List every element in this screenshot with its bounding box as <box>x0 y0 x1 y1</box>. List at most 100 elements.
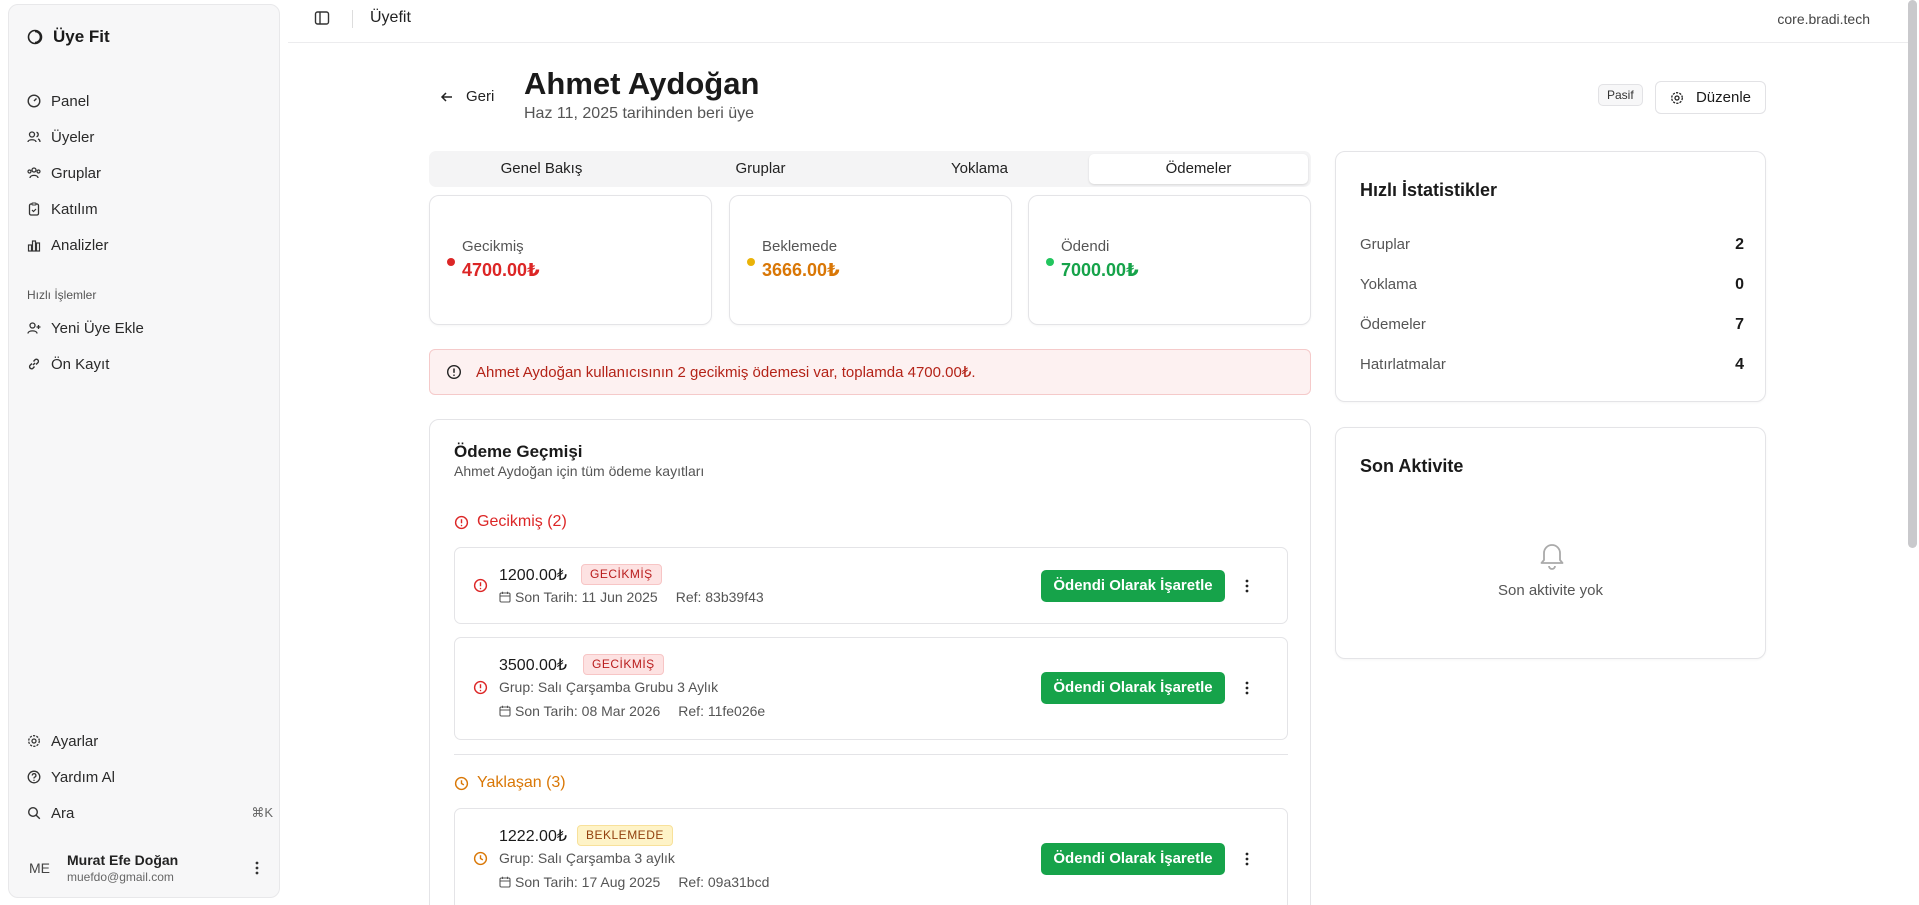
quick-stat-value: 7 <box>1735 316 1744 333</box>
empty-state-text: Son aktivite yok <box>1497 582 1604 599</box>
status-badge: BEKLEMEDE <box>577 825 673 846</box>
quick-stat-value: 0 <box>1735 276 1744 293</box>
tab-payments[interactable]: Ödemeler <box>1089 154 1308 184</box>
quick-stat-value: 4 <box>1735 356 1744 373</box>
sidebar-item-label: Panel <box>51 92 90 110</box>
more-vertical-icon[interactable] <box>255 861 259 875</box>
member-name: Ahmet Aydoğan <box>524 66 760 101</box>
sidebar-toggle-icon[interactable] <box>314 10 330 26</box>
quick-stat-label: Hatırlatmalar <box>1360 356 1446 373</box>
payment-ref: Ref: 11fe026e <box>678 703 766 719</box>
stat-value: 4700.00₺ <box>462 260 540 280</box>
payment-ref: Ref: 83b39f43 <box>675 589 764 605</box>
sidebar-item-label: Ayarlar <box>51 732 99 750</box>
quick-stat-label: Yoklama <box>1360 276 1417 293</box>
payment-due: Son Tarih: 08 Mar 2026 <box>515 703 661 719</box>
payment-group: Grup: Salı Çarşamba Grubu 3 Aylık <box>499 679 719 695</box>
payment-meta: Son Tarih: 08 Mar 2026 Ref: 11fe026e <box>499 703 765 719</box>
payment-row: 1222.00₺ BEKLEMEDE Grup: Salı Çarşamba 3… <box>454 808 1288 905</box>
user-menu[interactable]: ME Murat Efe Doğan muefdo@gmail.com <box>19 843 271 893</box>
sidebar-item-label: Analizler <box>51 236 109 254</box>
sidebar-item-label: Yardım Al <box>51 768 115 786</box>
paid-dot <box>1046 258 1054 266</box>
quick-stat-row: Ödemeler 7 <box>1360 316 1744 334</box>
gear-icon <box>1670 91 1684 105</box>
tab-overview[interactable]: Genel Bakış <box>432 154 651 184</box>
tab-attendance[interactable]: Yoklama <box>870 154 1089 184</box>
edit-button[interactable]: Düzenle <box>1655 81 1766 114</box>
sidebar-item-members[interactable]: Üyeler <box>27 119 267 155</box>
quick-stat-row: Hatırlatmalar 4 <box>1360 356 1744 374</box>
topbar: Üyefit core.bradi.tech <box>288 0 1908 43</box>
more-vertical-icon[interactable] <box>1245 852 1249 866</box>
quick-stat-value: 2 <box>1735 236 1744 253</box>
stat-label: Beklemede <box>762 238 838 255</box>
payment-amount: 1200.00₺ <box>499 567 568 584</box>
sidebar-item-label: Ara <box>51 804 75 822</box>
more-vertical-icon[interactable] <box>1245 681 1249 695</box>
back-button[interactable]: Geri <box>440 88 494 105</box>
avatar: ME <box>29 860 50 876</box>
sidebar-item-add-member[interactable]: Yeni Üye Ekle <box>27 310 267 346</box>
back-label: Geri <box>466 88 495 105</box>
overdue-dot <box>447 258 455 266</box>
payment-meta: Son Tarih: 11 Jun 2025 Ref: 83b39f43 <box>499 589 764 605</box>
bar-chart-icon <box>27 238 41 252</box>
quick-actions-heading: Hızlı İşlemler <box>27 288 97 302</box>
gauge-icon <box>27 94 41 108</box>
stat-label: Gecikmiş <box>462 238 524 255</box>
sidebar-item-help[interactable]: Yardım Al <box>27 759 273 795</box>
quick-stats-card: Hızlı İstatistikler Gruplar 2 Yoklama 0 … <box>1335 151 1766 402</box>
calendar-icon <box>499 876 511 888</box>
stat-value: 7000.00₺ <box>1061 260 1139 280</box>
app-root: Üye Fit Panel Üyeler Gruplar Katılım Ana… <box>0 0 1919 905</box>
payment-due: Son Tarih: 11 Jun 2025 <box>515 589 658 605</box>
search-icon <box>27 806 41 820</box>
sidebar: Üye Fit Panel Üyeler Gruplar Katılım Ana… <box>8 4 280 898</box>
sidebar-item-groups[interactable]: Gruplar <box>27 155 267 191</box>
stat-card-overdue: Gecikmiş 4700.00₺ <box>429 195 712 325</box>
quick-actions-nav: Yeni Üye Ekle Ön Kayıt <box>27 310 267 382</box>
sidebar-bottom-nav: Ayarlar Yardım Al Ara ⌘K <box>27 723 273 831</box>
payment-amount: 3500.00₺ <box>499 657 568 674</box>
sidebar-item-settings[interactable]: Ayarlar <box>27 723 273 759</box>
sidebar-item-search[interactable]: Ara ⌘K <box>27 795 273 831</box>
sidebar-item-pre-registration[interactable]: Ön Kayıt <box>27 346 267 382</box>
sidebar-nav: Panel Üyeler Gruplar Katılım Analizler <box>27 83 267 263</box>
more-vertical-icon[interactable] <box>1245 579 1249 593</box>
alert-circle-icon <box>454 515 469 530</box>
sidebar-item-label: Katılım <box>51 200 98 218</box>
alert-circle-icon <box>473 578 488 593</box>
tab-groups[interactable]: Gruplar <box>651 154 870 184</box>
payment-history-title: Ödeme Geçmişi <box>454 442 583 461</box>
sidebar-item-attendance[interactable]: Katılım <box>27 191 267 227</box>
edit-label: Düzenle <box>1695 89 1752 106</box>
sidebar-item-analytics[interactable]: Analizler <box>27 227 267 263</box>
user-info: Murat Efe Doğan muefdo@gmail.com <box>67 852 178 884</box>
user-email: muefdo@gmail.com <box>67 870 174 884</box>
payment-meta: Son Tarih: 17 Aug 2025 Ref: 09a31bcd <box>499 874 769 890</box>
sidebar-item-panel[interactable]: Panel <box>27 83 267 119</box>
payment-row: 3500.00₺ GECİKMİŞ Grup: Salı Çarşamba Gr… <box>454 637 1288 740</box>
status-badge: GECİKMİŞ <box>583 654 664 675</box>
clipboard-icon <box>27 202 41 216</box>
sidebar-item-label: Ön Kayıt <box>51 355 110 373</box>
status-badge: Pasif <box>1598 84 1643 106</box>
calendar-icon <box>499 705 511 717</box>
gear-icon <box>27 734 41 748</box>
mark-paid-button[interactable]: Ödendi Olarak İşaretle <box>1041 570 1225 602</box>
sidebar-item-label: Gruplar <box>51 164 102 182</box>
sidebar-item-label: Üyeler <box>51 128 95 146</box>
payment-row: 1200.00₺ GECİKMİŞ Son Tarih: 11 Jun 2025… <box>454 547 1288 624</box>
payment-amount: 1222.00₺ <box>499 828 568 845</box>
brand[interactable]: Üye Fit <box>27 27 110 47</box>
scrollbar[interactable] <box>1908 0 1917 548</box>
payment-due: Son Tarih: 17 Aug 2025 <box>515 874 661 890</box>
recent-activity-card: Son Aktivite Son aktivite yok <box>1335 427 1766 659</box>
mark-paid-button[interactable]: Ödendi Olarak İşaretle <box>1041 672 1225 704</box>
calendar-icon <box>499 591 511 603</box>
mark-paid-button[interactable]: Ödendi Olarak İşaretle <box>1041 843 1225 875</box>
overdue-section-heading: Gecikmiş (2) <box>454 513 567 531</box>
arrow-left-icon <box>440 90 454 104</box>
quick-stat-row: Gruplar 2 <box>1360 236 1744 254</box>
